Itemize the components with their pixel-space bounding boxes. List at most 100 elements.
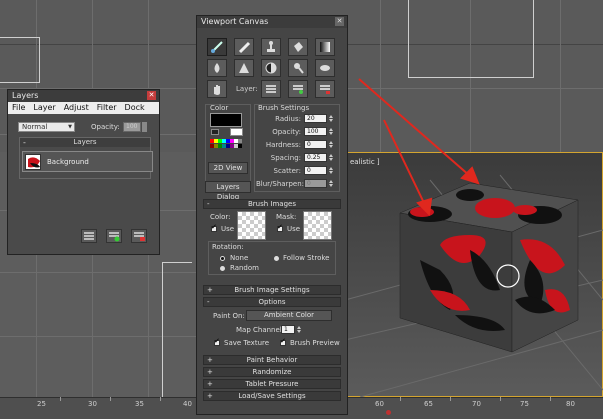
- new-layer-icon[interactable]: [81, 229, 97, 243]
- layer-row-background[interactable]: Background: [22, 151, 153, 172]
- randomize-header[interactable]: + Randomize: [203, 367, 341, 377]
- layers-group-header[interactable]: - Layers: [20, 138, 150, 147]
- radius-label: Radius:: [275, 115, 301, 123]
- gradient-icon[interactable]: [315, 38, 335, 56]
- layers-title: Layers: [12, 91, 39, 100]
- blur-icon[interactable]: [207, 59, 227, 77]
- ruler-tick: [450, 397, 451, 401]
- foreground-color-swatch[interactable]: [210, 113, 242, 127]
- mask-use-checkbox[interactable]: [277, 223, 283, 232]
- opacity-spinner-icon[interactable]: [329, 127, 333, 136]
- color-image-label: Color:: [210, 213, 231, 221]
- eraser-icon[interactable]: [234, 38, 254, 56]
- sharpen-icon[interactable]: [234, 59, 254, 77]
- radius-input[interactable]: 20: [304, 114, 327, 123]
- color-use-checkbox[interactable]: [211, 223, 217, 232]
- brush-preview-checkbox[interactable]: [280, 337, 286, 346]
- spacing-label: Spacing:: [270, 154, 301, 162]
- close-icon[interactable]: ✕: [147, 91, 156, 100]
- paint-behavior-title: Paint Behavior: [246, 356, 298, 364]
- mask-brush-image[interactable]: [303, 211, 332, 240]
- ruler-tick: [550, 397, 551, 401]
- color-brush-image[interactable]: [237, 211, 266, 240]
- duplicate-layer-icon[interactable]: [106, 229, 122, 243]
- map-channel-input[interactable]: 1: [281, 325, 295, 334]
- brush-image-settings-header[interactable]: + Brush Image Settings: [203, 285, 341, 295]
- layer-label: Layer:: [236, 85, 258, 93]
- chevron-down-icon: ▼: [68, 123, 72, 130]
- menu-file[interactable]: File: [12, 103, 25, 113]
- opacity-input[interactable]: 100: [122, 121, 141, 132]
- layers-dialog-button[interactable]: Layers Dialog: [205, 181, 251, 201]
- hardness-spinner-icon[interactable]: [329, 140, 333, 149]
- map-channel-spinner-icon[interactable]: [297, 325, 301, 334]
- opacity-input[interactable]: 100: [304, 127, 327, 136]
- close-icon[interactable]: ✕: [335, 17, 344, 26]
- tablet-pressure-header[interactable]: + Tablet Pressure: [203, 379, 341, 389]
- ruler-label: 30: [88, 400, 97, 408]
- expand-icon: +: [207, 286, 213, 294]
- menu-layer[interactable]: Layer: [33, 103, 55, 113]
- spacing-spinner-icon[interactable]: [329, 153, 333, 162]
- tablet-pressure-title: Tablet Pressure: [245, 380, 299, 388]
- menu-filter[interactable]: Filter: [97, 103, 117, 113]
- ruler-tick: [110, 397, 111, 401]
- ruler-label: 75: [520, 400, 529, 408]
- hardness-label: Hardness:: [265, 141, 301, 149]
- scatter-spinner-icon[interactable]: [329, 166, 333, 175]
- swap-colors-icon[interactable]: [211, 129, 219, 135]
- ruler-label: 60: [375, 400, 384, 408]
- opacity-label: Opacity:: [91, 122, 120, 131]
- layers-group-title: Layers: [73, 138, 97, 146]
- ruler-label: 35: [135, 400, 144, 408]
- paint-on-label: Paint On:: [213, 312, 245, 320]
- spacing-input[interactable]: 0.25: [304, 153, 327, 162]
- load-save-settings-header[interactable]: + Load/Save Settings: [203, 391, 341, 401]
- map-channel-label: Map Channel:: [236, 326, 285, 334]
- blend-mode-select[interactable]: Normal ▼: [18, 121, 75, 132]
- keyframe-marker[interactable]: [386, 410, 391, 415]
- brush-images-title: Brush Images: [248, 200, 296, 208]
- rotation-random-label: Random: [230, 264, 259, 272]
- menu-dock[interactable]: Dock: [125, 103, 145, 113]
- hardness-input[interactable]: 0: [304, 140, 327, 149]
- layers-titlebar[interactable]: Layers ✕: [8, 90, 159, 102]
- menu-adjust[interactable]: Adjust: [64, 103, 89, 113]
- delete-layer-icon[interactable]: [131, 229, 147, 243]
- color-palette[interactable]: [210, 139, 244, 153]
- ruler-label: 70: [472, 400, 481, 408]
- smudge-icon[interactable]: [315, 59, 335, 77]
- rotation-follow-radio[interactable]: [274, 256, 279, 261]
- collapse-icon[interactable]: -: [23, 138, 26, 147]
- opacity-spinner[interactable]: [141, 121, 147, 132]
- paint-brush-icon[interactable]: [207, 38, 227, 56]
- options-header[interactable]: - Options: [203, 297, 341, 307]
- hand-icon[interactable]: [207, 80, 227, 98]
- brush-settings-title: Brush Settings: [258, 104, 310, 112]
- save-texture-checkbox[interactable]: [214, 337, 220, 346]
- rotation-random-radio[interactable]: [220, 266, 225, 271]
- contrast-icon[interactable]: [261, 59, 281, 77]
- canvas-titlebar[interactable]: Viewport Canvas ✕: [197, 16, 347, 28]
- scatter-input[interactable]: 0: [304, 166, 327, 175]
- background-color-swatch[interactable]: [230, 128, 243, 136]
- rotation-none-radio[interactable]: [220, 256, 225, 261]
- blur-sharpen-spinner-icon[interactable]: [329, 179, 333, 188]
- layer-name: Background: [47, 158, 89, 166]
- radius-spinner-icon[interactable]: [329, 114, 333, 123]
- dodge-burn-icon[interactable]: [288, 59, 308, 77]
- 2d-view-button[interactable]: 2D View: [208, 162, 248, 174]
- clone-stamp-icon[interactable]: [261, 38, 281, 56]
- brush-images-header[interactable]: - Brush Images: [203, 199, 341, 209]
- collapse-icon: -: [207, 298, 210, 306]
- expand-icon: +: [207, 356, 213, 364]
- layer-delete-icon[interactable]: [315, 80, 335, 98]
- ruler-label: 80: [566, 400, 575, 408]
- paint-on-button[interactable]: Ambient Color: [246, 310, 332, 321]
- fill-bucket-icon[interactable]: [288, 38, 308, 56]
- layer-stack-icon[interactable]: [261, 80, 281, 98]
- paint-behavior-header[interactable]: + Paint Behavior: [203, 355, 341, 365]
- scatter-label: Scatter:: [273, 167, 302, 175]
- blur-sharpen-input[interactable]: 0: [304, 179, 327, 188]
- layer-add-icon[interactable]: [288, 80, 308, 98]
